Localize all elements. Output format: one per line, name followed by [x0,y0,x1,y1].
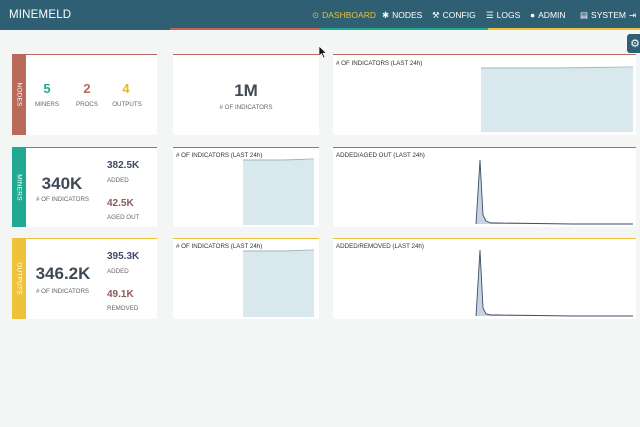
config-icon: ⚒ [432,9,440,20]
nav-underline-nodes [170,28,320,30]
miners-chart1-line [243,158,315,161]
total-indicators-label: # OF INDICATORS [219,104,273,111]
nodes-panel-border [12,54,157,55]
miners-count: 5 [43,81,51,96]
miners-added-aged-chart-panel: ADDED/AGED OUT (LAST 24h) [333,147,636,227]
mouse-cursor [319,46,328,59]
miners-added-value: 382.5K [107,160,140,171]
miners-added-aged-chart [475,159,633,225]
outputs-added-value: 395.3K [107,251,140,262]
dashboard-icon: ⊙ [312,9,320,20]
miners-chart1-area [243,160,314,225]
miners-aged-out-value: 42.5K [107,198,134,209]
outputs-removed-value: 49.1K [107,289,134,300]
miners-summary-panel: MINERS 340K # OF INDICATORS 382.5K ADDED… [12,147,157,227]
system-icon: ▤ [580,9,589,20]
nodes-indicators-border [173,54,319,55]
nav-logs-label: LOGS [496,10,521,20]
miners-aged-out-label: AGED OUT [107,214,140,221]
nav-admin-label: ADMIN [538,10,566,20]
miners-added-label: ADDED [107,177,129,184]
miners-indicators-chart-panel: # OF INDICATORS (LAST 24h) [173,147,319,227]
nav-nodes-label: NODES [392,10,423,20]
outputs-indicators-value: 346.2K [35,264,91,283]
outputs-added-label: ADDED [107,268,129,275]
logout-icon: ⇥ [629,9,637,20]
miners-chart2-spike-fill [476,160,633,224]
outputs-added-removed-chart-panel: ADDED/REMOVED (LAST 24h) [333,238,636,319]
nodes-indicators-chart-panel: # OF INDICATORS (LAST 24h) [333,54,636,135]
nav-nodes[interactable]: ✱ NODES [382,0,422,30]
nodes-indicators-chart [481,66,634,132]
nav-config-label: CONFIG [442,10,476,20]
outputs-indicators-label: # OF INDICATORS [36,288,90,295]
nodes-chart-area [481,68,633,132]
nodes-summary-panel: NODES 5 MINERS 2 PROCS 4 OUTPUTS [12,54,157,135]
nav-underline-miners [320,28,488,30]
miners-indicators-value: 340K [41,174,83,193]
miners-indicators-label: # OF INDICATORS [36,196,90,203]
outputs-indicators-chart [243,249,315,317]
outputs-chart1-line [243,249,315,252]
outputs-chart2-spike-line [475,249,633,317]
nav-config[interactable]: ⚒ CONFIG [432,0,476,30]
logs-icon: ☰ [486,9,494,20]
procs-count: 2 [83,81,91,96]
miners-side-label: MINERS [12,147,26,227]
miners-count-label: MINERS [34,101,60,108]
miners-chart2-spike-line [475,159,633,225]
outputs-added-removed-chart [475,249,633,317]
brand-title[interactable]: MINEMELD [9,9,71,21]
nodes-side-label: NODES [12,54,26,135]
total-indicators-value: 1M [234,81,258,100]
nodes-indicators-panel: 1M # OF INDICATORS [173,54,319,135]
nav-logs[interactable]: ☰ LOGS [486,0,520,30]
nav-dashboard-label: DASHBOARD [322,10,376,20]
nav-system-label: SYSTEM [591,10,626,20]
miners-indicators-chart [243,158,315,225]
miners-panel-border [12,147,157,148]
settings-gear-button[interactable]: ⚙ [627,34,640,53]
outputs-indicators-chart-panel: # OF INDICATORS (LAST 24h) [173,238,319,319]
nav-system[interactable]: ▤ SYSTEM [580,0,626,30]
nodes-icon: ✱ [382,9,390,20]
nav-underline-outputs [488,28,640,30]
outputs-side-label: OUTPUTS [12,238,26,319]
outputs-chart1-area [243,251,314,317]
top-navbar: MINEMELD ⊙ DASHBOARD ✱ NODES ⚒ CONFIG ☰ … [0,0,640,30]
outputs-removed-label: REMOVED [107,305,139,312]
admin-icon: ● [530,10,536,20]
nav-dashboard[interactable]: ⊙ DASHBOARD [312,0,376,30]
outputs-summary-panel: OUTPUTS 346.2K # OF INDICATORS 395.3K AD… [12,238,157,319]
nav-logout[interactable]: ⇥ [629,0,636,30]
outputs-count: 4 [122,81,130,96]
gear-icon: ⚙ [630,38,640,50]
nodes-chart-line [481,66,634,69]
outputs-chart2-spike-fill [476,250,633,316]
outputs-panel-border [12,238,157,239]
outputs-count-label: OUTPUTS [112,101,142,108]
nav-admin[interactable]: ● ADMIN [530,0,566,30]
procs-count-label: PROCS [75,101,98,108]
